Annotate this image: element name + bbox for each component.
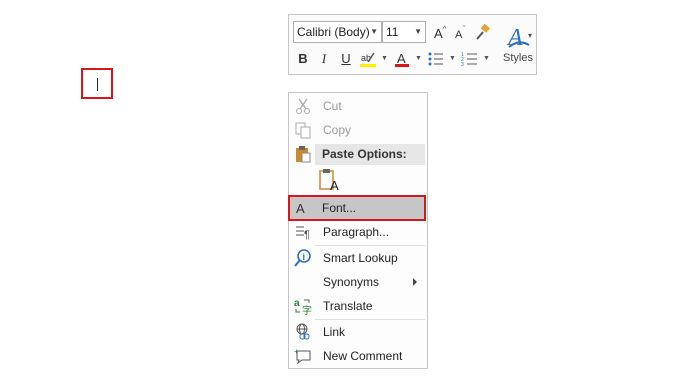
styles-button[interactable]: A ▾ Styles <box>501 21 535 69</box>
menu-item-paragraph[interactable]: ¶ Paragraph... <box>290 220 426 244</box>
menu-item-label: Paragraph... <box>323 225 390 239</box>
svg-text:A: A <box>455 29 463 41</box>
shrink-font-icon[interactable]: Aˇ <box>452 23 470 41</box>
font-color-icon[interactable]: A <box>393 50 411 68</box>
font-name-combo[interactable]: Calibri (Body) ▼ <box>293 21 382 43</box>
menu-item-synonyms[interactable]: Synonyms <box>290 270 426 294</box>
chevron-down-icon: ▼ <box>414 27 422 36</box>
translate-icon: a字 <box>294 297 312 317</box>
chevron-down-icon[interactable]: ▼ <box>415 55 422 62</box>
italic-button[interactable]: I <box>315 50 333 68</box>
link-icon <box>294 323 312 341</box>
menu-item-font[interactable]: A Font... <box>288 195 426 221</box>
svg-text:A: A <box>506 25 523 51</box>
font-size-value: 11 <box>386 25 399 39</box>
svg-text:¶: ¶ <box>304 229 310 241</box>
svg-text:+: + <box>294 347 299 356</box>
paragraph-icon: ¶ <box>294 223 312 241</box>
menu-item-label: Cut <box>323 99 342 113</box>
styles-icon: A ▾ <box>506 25 532 51</box>
menu-item-label: Font... <box>322 201 357 215</box>
clipboard-icon <box>294 145 312 163</box>
svg-text:▾: ▾ <box>528 31 532 40</box>
copy-icon <box>294 121 312 139</box>
format-painter-icon[interactable] <box>474 23 492 41</box>
menu-item-new-comment[interactable]: + New Comment <box>290 344 426 368</box>
svg-text:A: A <box>434 26 443 41</box>
scissors-icon <box>294 97 312 115</box>
menu-item-label: New Comment <box>323 349 403 363</box>
text-cursor-highlight <box>81 68 113 99</box>
highlight-icon[interactable]: ab <box>359 50 377 68</box>
svg-text:^: ^ <box>443 26 447 33</box>
svg-text:字: 字 <box>302 304 312 315</box>
keep-text-only-paste-icon[interactable]: A <box>319 168 341 193</box>
underline-button[interactable]: U <box>337 50 355 68</box>
chevron-down-icon[interactable]: ▼ <box>483 55 490 62</box>
svg-text:ab: ab <box>361 53 371 63</box>
paste-options-label: Paste Options: <box>322 147 407 161</box>
context-menu: Cut Copy Paste Options: A ¶ Paragraph...… <box>288 92 428 369</box>
mini-toolbar: Calibri (Body) ▼ 11 ▼ A ^ Aˇ A ▾ Styles B… <box>288 14 537 75</box>
paste-options-header: Paste Options: <box>315 144 425 165</box>
menu-item-copy[interactable]: Copy <box>290 118 426 142</box>
menu-item-label: Translate <box>323 299 373 313</box>
comment-icon: + <box>294 347 312 365</box>
bullets-icon[interactable] <box>427 50 445 68</box>
numbering-icon[interactable]: 123 <box>461 50 479 68</box>
menu-item-label: Synonyms <box>323 275 380 289</box>
menu-item-smart-lookup[interactable]: i Smart Lookup <box>290 246 426 270</box>
menu-item-translate[interactable]: a字 Translate <box>290 294 426 318</box>
font-icon: A <box>296 201 305 216</box>
chevron-down-icon[interactable]: ▼ <box>381 55 388 62</box>
chevron-down-icon: ▼ <box>370 27 378 36</box>
chevron-down-icon[interactable]: ▼ <box>449 55 456 62</box>
svg-text:i: i <box>303 252 306 262</box>
menu-item-label: Link <box>323 325 346 339</box>
svg-text:ˇ: ˇ <box>463 26 466 33</box>
font-name-value: Calibri (Body) <box>297 25 370 39</box>
search-info-icon: i <box>294 249 312 267</box>
svg-text:a: a <box>294 298 300 309</box>
text-caret <box>97 78 98 91</box>
submenu-arrow-icon <box>413 278 417 286</box>
paste-icon-glyph: A <box>330 178 339 192</box>
menu-item-link[interactable]: Link <box>290 320 426 344</box>
svg-text:A: A <box>397 51 406 66</box>
bold-button[interactable]: B <box>294 50 312 68</box>
svg-text:3: 3 <box>461 62 464 68</box>
font-size-combo[interactable]: 11 ▼ <box>382 21 426 43</box>
menu-item-label: Smart Lookup <box>323 251 398 265</box>
menu-item-cut[interactable]: Cut <box>290 94 426 118</box>
grow-font-icon[interactable]: A ^ <box>432 23 450 41</box>
menu-item-label: Copy <box>323 123 352 137</box>
styles-label: Styles <box>503 52 533 64</box>
